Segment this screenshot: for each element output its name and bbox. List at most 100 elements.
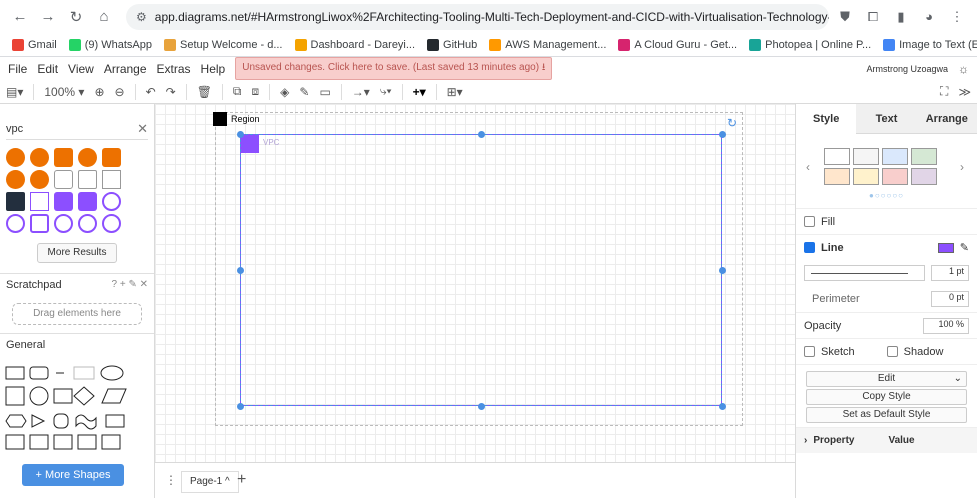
property-table-header[interactable]: › Property Value — [796, 427, 977, 453]
expand-icon[interactable]: › — [804, 435, 807, 446]
home-icon[interactable]: ⌂ — [92, 5, 116, 29]
group-shape-icon[interactable] — [102, 170, 121, 189]
line-width-input[interactable]: 1 pt — [931, 265, 969, 281]
bookmark-5[interactable]: AWS Management... — [489, 38, 606, 51]
general-header[interactable]: General — [0, 333, 154, 355]
resize-handle[interactable] — [478, 403, 485, 410]
vpc-endpoint-icon[interactable] — [30, 214, 49, 233]
menu-edit[interactable]: Edit — [37, 62, 58, 76]
profile-avatar-icon[interactable]: ◕ — [917, 5, 941, 29]
bookmark-0[interactable]: Gmail — [12, 38, 57, 51]
user-name[interactable]: Armstrong Uzoagwa — [866, 64, 948, 74]
unsaved-changes-banner[interactable]: Unsaved changes. Click here to save. (La… — [235, 57, 553, 80]
line-color-icon[interactable]: ✎ — [299, 85, 309, 99]
style-swatch[interactable] — [853, 148, 879, 165]
general-shapes-grid[interactable] — [4, 361, 154, 451]
menu-extras[interactable]: Extras — [157, 62, 191, 76]
delete-icon[interactable]: 🗑 — [197, 85, 212, 99]
add-page-icon[interactable]: + — [237, 471, 246, 489]
style-swatch[interactable] — [911, 168, 937, 185]
vpc-icon[interactable] — [78, 192, 97, 211]
scratchpad-header[interactable]: Scratchpad ? + ✎ ✕ — [0, 273, 154, 295]
tab-text[interactable]: Text — [856, 104, 917, 134]
line-color-swatch[interactable] — [937, 242, 954, 253]
bookmark-4[interactable]: GitHub — [427, 38, 477, 51]
menu-file[interactable]: File — [8, 62, 27, 76]
chevron-left-icon[interactable]: ‹ — [806, 160, 810, 174]
menu-view[interactable]: View — [68, 62, 94, 76]
zoom-in-icon[interactable]: ⊕ — [94, 85, 104, 99]
fill-row[interactable]: Fill — [796, 208, 977, 234]
site-settings-icon[interactable]: ⚙ — [136, 10, 147, 24]
diagram-canvas[interactable]: Region VPC ↻ — [155, 104, 795, 462]
line-pattern-select[interactable] — [804, 265, 925, 281]
insert-icon[interactable]: +▾ — [413, 85, 426, 99]
edit-color-icon[interactable]: ✎ — [960, 241, 969, 254]
vpc-cloud-icon[interactable] — [78, 148, 97, 167]
to-front-icon[interactable]: ⧉ — [233, 84, 242, 99]
bookmark-3[interactable]: Dashboard - Dareyi... — [294, 38, 415, 51]
style-swatch[interactable] — [882, 148, 908, 165]
shadow-icon[interactable]: ▭ — [319, 85, 330, 99]
zoom-out-icon[interactable]: ⊖ — [115, 85, 125, 99]
collapse-icon[interactable]: ≫ — [958, 85, 971, 99]
menu-arrange[interactable]: Arrange — [104, 62, 147, 76]
tab-arrange[interactable]: Arrange — [916, 104, 977, 134]
resize-handle[interactable] — [719, 131, 726, 138]
address-bar[interactable]: ⚙ app.diagrams.net/#HArmstrongLiwox%2FAr… — [126, 3, 829, 30]
more-shapes-button[interactable]: + More Shapes — [22, 464, 124, 486]
swatch-page-dots[interactable]: ●○○○○○ — [796, 191, 977, 200]
region-group[interactable]: Region — [213, 112, 260, 126]
to-back-icon[interactable]: ⧈ — [252, 84, 260, 99]
pages-menu-icon[interactable]: ⋮ — [165, 473, 177, 487]
undo-icon[interactable]: ↶ — [146, 85, 156, 99]
waypoints-icon[interactable]: ⤷▾ — [380, 84, 392, 99]
close-icon[interactable]: ✕ — [137, 121, 148, 137]
vpc-group-icon[interactable] — [6, 192, 25, 211]
reload-icon[interactable]: ↻ — [64, 5, 88, 29]
redo-icon[interactable]: ↷ — [166, 85, 176, 99]
aws-shape-icon[interactable] — [54, 148, 73, 167]
aws-shape-icon[interactable] — [102, 148, 121, 167]
bookmark-8[interactable]: Image to Text (Extra... — [883, 38, 977, 51]
resize-handle[interactable] — [237, 267, 244, 274]
theme-icon[interactable]: ☼ — [958, 62, 969, 76]
vpc-frame-icon[interactable] — [30, 192, 49, 211]
vpc-endpoint-icon[interactable] — [54, 214, 73, 233]
fill-color-icon[interactable]: ◈ — [280, 85, 289, 99]
bookmark-2[interactable]: Setup Welcome - d... — [163, 38, 283, 51]
fullscreen-icon[interactable]: ⛶ — [940, 84, 948, 99]
vpc-endpoint-icon[interactable] — [102, 192, 121, 211]
bookmark-7[interactable]: Photopea | Online P... — [749, 38, 871, 51]
extensions-puzzle-icon[interactable]: ⧠ — [861, 5, 885, 29]
resize-handle[interactable] — [237, 403, 244, 410]
perimeter-input[interactable]: 0 pt — [931, 291, 969, 307]
scratchpad-actions-icon[interactable]: ? + ✎ ✕ — [112, 279, 149, 290]
shape-search-field[interactable]: vpc ✕ — [6, 118, 148, 140]
chevron-right-icon[interactable]: › — [960, 160, 964, 174]
group-shape-icon[interactable] — [78, 170, 97, 189]
set-default-style-button[interactable]: Set as Default Style — [806, 407, 967, 423]
browser-menu-icon[interactable]: ⋮ — [945, 5, 969, 29]
bookmark-1[interactable]: (9) WhatsApp — [68, 38, 152, 51]
zoom-dropdown[interactable]: 100% ▾ — [44, 85, 84, 99]
resize-handle[interactable] — [719, 267, 726, 274]
line-checkbox[interactable] — [804, 242, 815, 253]
vpc-endpoint-icon[interactable] — [6, 214, 25, 233]
sketch-checkbox[interactable] — [804, 346, 815, 357]
resize-handle[interactable] — [478, 131, 485, 138]
bookmark-6[interactable]: A Cloud Guru - Get... — [618, 38, 737, 51]
opacity-input[interactable]: 100 % — [923, 317, 969, 334]
back-icon[interactable]: ← — [8, 5, 32, 29]
rotate-handle-icon[interactable]: ↻ — [727, 116, 737, 130]
more-results-button[interactable]: More Results — [37, 243, 117, 263]
aws-shape-icon[interactable] — [6, 170, 25, 189]
vpc-endpoint-icon[interactable] — [78, 214, 97, 233]
sidepanel-icon[interactable]: ▮ — [889, 5, 913, 29]
menu-help[interactable]: Help — [201, 62, 226, 76]
extension-shield-icon[interactable]: ⛊ — [833, 5, 857, 29]
forward-icon[interactable]: → — [36, 5, 60, 29]
aws-shape-icon[interactable] — [30, 170, 49, 189]
aws-shape-icon[interactable] — [54, 170, 73, 189]
line-row[interactable]: Line ✎ — [796, 234, 977, 260]
